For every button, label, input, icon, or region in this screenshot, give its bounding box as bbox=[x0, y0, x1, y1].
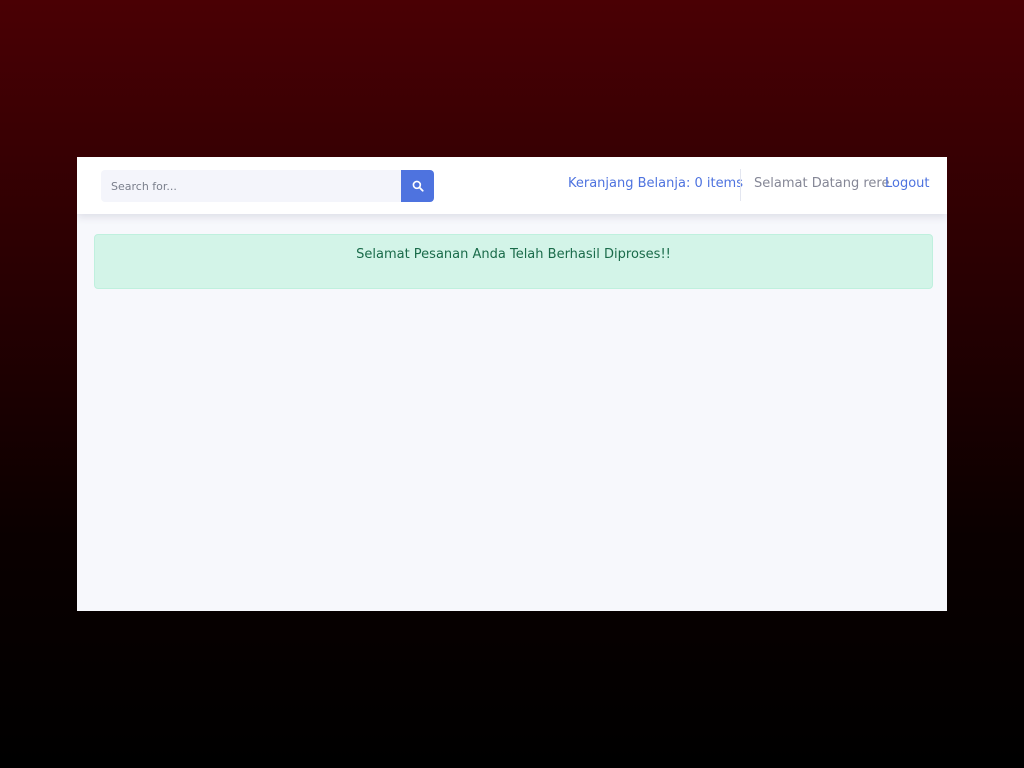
app-window: Keranjang Belanja: 0 items Selamat Datan… bbox=[77, 157, 947, 611]
cart-link[interactable]: Keranjang Belanja: 0 items bbox=[568, 176, 743, 191]
topbar-divider bbox=[740, 169, 741, 201]
alert-message: Selamat Pesanan Anda Telah Berhasil Dipr… bbox=[356, 247, 671, 262]
search-icon bbox=[412, 180, 424, 192]
search-input[interactable] bbox=[101, 170, 401, 202]
search-form bbox=[101, 170, 434, 202]
logout-link[interactable]: Logout bbox=[885, 176, 930, 191]
topbar: Keranjang Belanja: 0 items Selamat Datan… bbox=[77, 157, 947, 214]
search-button[interactable] bbox=[401, 170, 434, 202]
success-alert: Selamat Pesanan Anda Telah Berhasil Dipr… bbox=[94, 234, 933, 289]
welcome-text: Selamat Datang rere bbox=[754, 176, 890, 191]
